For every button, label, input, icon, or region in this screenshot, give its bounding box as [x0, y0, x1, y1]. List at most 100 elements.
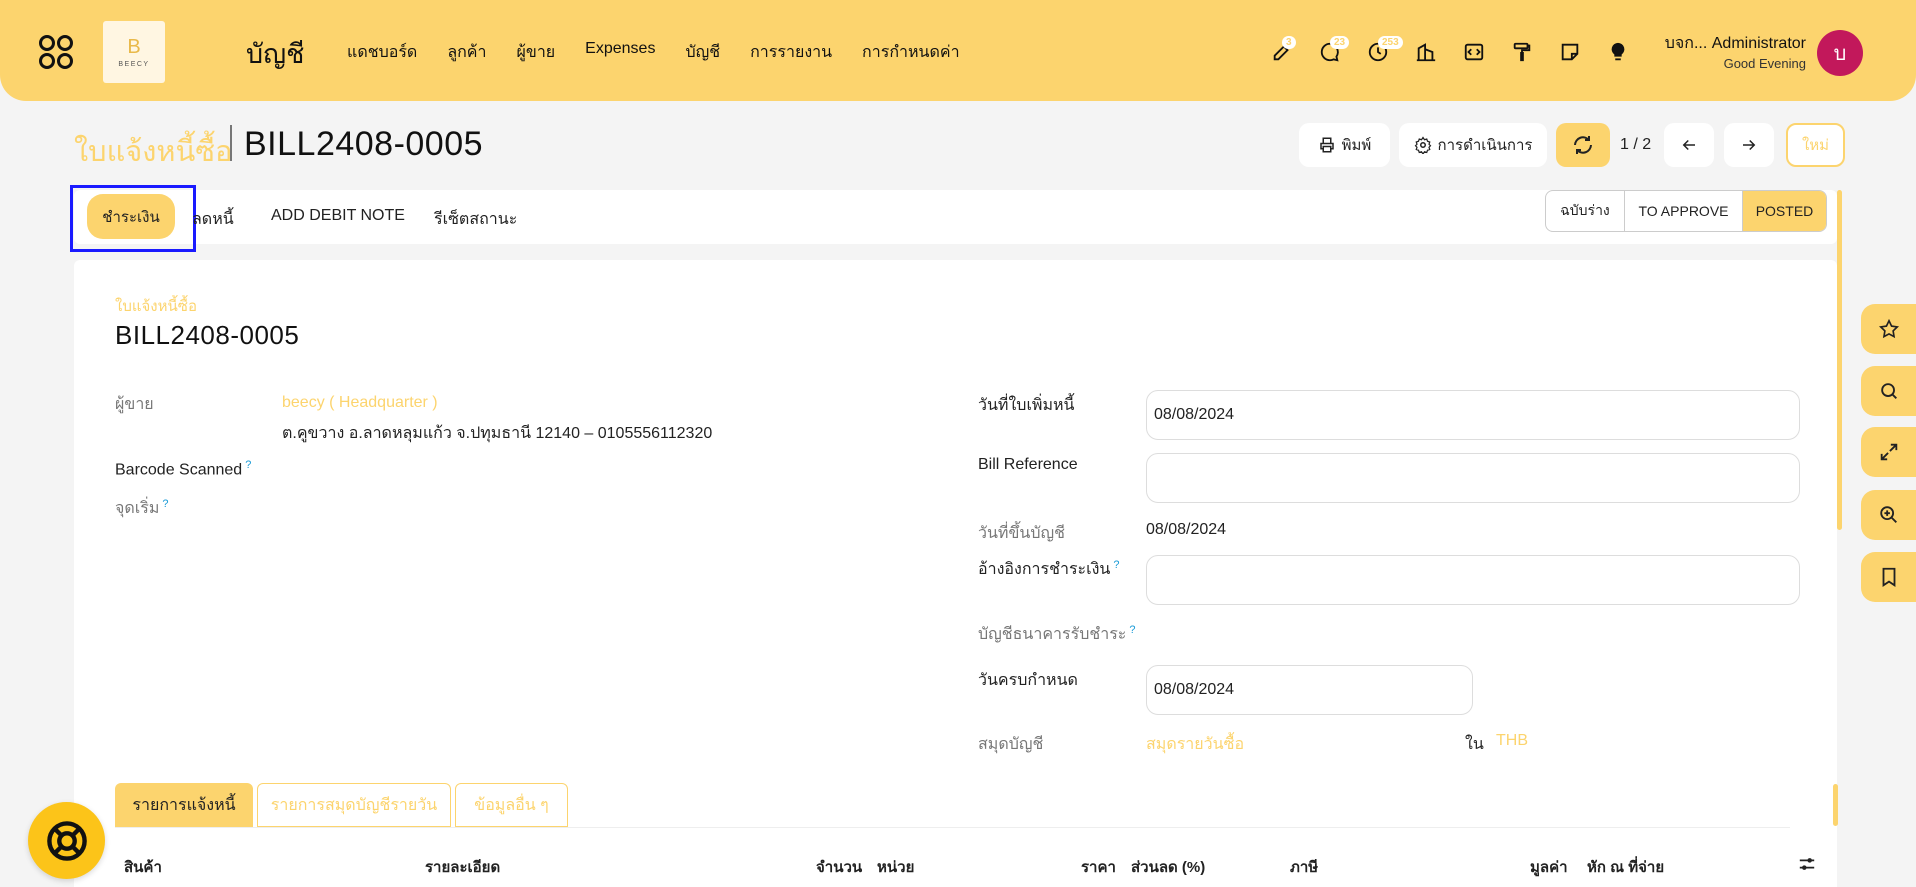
- scrollbar-thumb[interactable]: [1837, 190, 1842, 530]
- refresh-button[interactable]: [1556, 123, 1610, 167]
- vendor-name-link[interactable]: beecy ( Headquarter ): [282, 394, 438, 412]
- help-icon[interactable]: ?: [1113, 559, 1119, 571]
- main-menu: แดชบอร์ด ลูกค้า ผู้ขาย Expenses บัญชี กา…: [347, 40, 990, 65]
- column-header-withholding[interactable]: หัก ณ ที่จ่าย: [1587, 855, 1664, 879]
- due-date-input[interactable]: 08/08/2024: [1146, 665, 1473, 715]
- systray: 3 23 253: [1258, 36, 1642, 67]
- optional-columns-icon[interactable]: [1798, 855, 1816, 878]
- menu-item-accounting[interactable]: บัญชี: [685, 40, 720, 65]
- journal-label: สมุดบัญชี: [978, 736, 1044, 753]
- pager-next-button[interactable]: [1724, 123, 1774, 167]
- expand-arrows-icon: [1880, 443, 1898, 461]
- menu-item-dashboard[interactable]: แดชบอร์ด: [347, 40, 417, 65]
- search-button[interactable]: [1861, 366, 1916, 416]
- action-label: การดำเนินการ: [1437, 137, 1533, 154]
- activity-badge: 3: [1282, 36, 1296, 49]
- action-menu-button[interactable]: การดำเนินการ: [1399, 123, 1547, 167]
- expand-button[interactable]: [1861, 427, 1916, 477]
- print-button[interactable]: พิมพ์: [1299, 123, 1390, 167]
- column-header-description[interactable]: รายละเอียด: [425, 855, 500, 879]
- currency-link[interactable]: THB: [1496, 732, 1528, 750]
- activity-edit-icon[interactable]: 3: [1258, 36, 1306, 67]
- arrow-right-icon: [1743, 139, 1756, 151]
- column-header-discount[interactable]: ส่วนลด (%): [1131, 855, 1205, 879]
- origin-text: จุดเริ่ม: [115, 500, 160, 517]
- company-logo[interactable]: B BEECY: [103, 21, 165, 83]
- column-header-amount[interactable]: มูลค่า: [1530, 855, 1568, 879]
- zoom-button[interactable]: [1861, 490, 1916, 540]
- menu-item-expenses[interactable]: Expenses: [585, 40, 655, 65]
- due-date-label: วันครบกำหนด: [978, 672, 1078, 689]
- add-debit-note-button[interactable]: ADD DEBIT NOTE: [271, 207, 405, 225]
- payment-reference-text: อ้างอิงการชำระเงิน: [978, 561, 1111, 578]
- app-title[interactable]: บัญชี: [246, 32, 304, 75]
- credit-note-button[interactable]: ลดหนี้: [192, 207, 234, 232]
- payment-reference-input[interactable]: [1146, 555, 1800, 605]
- clock-icon[interactable]: 253: [1354, 36, 1403, 67]
- focus-highlight: [70, 185, 196, 252]
- status-draft[interactable]: ฉบับร่าง: [1546, 191, 1624, 231]
- sticky-note-icon[interactable]: [1546, 37, 1594, 67]
- tab-journal-items[interactable]: รายการสมุดบัญชีรายวัน: [257, 783, 451, 827]
- arrow-left-icon: [1682, 139, 1695, 151]
- avatar[interactable]: บ: [1817, 30, 1863, 76]
- logo-mark: B: [127, 36, 141, 58]
- search-icon: [1881, 383, 1897, 399]
- vendor-address: ต.คูขวาง อ.ลาดหลุมแก้ว จ.ปทุมธานี 12140 …: [282, 425, 713, 442]
- building-icon[interactable]: [1402, 37, 1450, 67]
- chat-badge: 23: [1330, 36, 1350, 49]
- chat-icon[interactable]: 23: [1306, 36, 1354, 67]
- journal-link[interactable]: สมุดรายวันซื้อ: [1146, 732, 1244, 757]
- menu-item-customers[interactable]: ลูกค้า: [447, 40, 486, 65]
- vendor-label: ผู้ขาย: [115, 396, 154, 413]
- document-type-label: ใบแจ้งหนี้ซื้อ: [115, 298, 197, 315]
- bookmark-button[interactable]: [1861, 552, 1916, 602]
- star-icon: [1878, 318, 1900, 339]
- help-button[interactable]: [28, 802, 105, 879]
- clock-badge: 253: [1378, 36, 1403, 49]
- printer-icon: [1319, 137, 1334, 153]
- table-scroll-indicator[interactable]: [1833, 784, 1838, 826]
- breadcrumb-separator: [230, 125, 232, 161]
- app-grid-icon[interactable]: [38, 34, 74, 70]
- lightbulb-icon[interactable]: [1594, 37, 1642, 67]
- column-header-unit[interactable]: หน่วย: [877, 855, 914, 879]
- lifebuoy-icon: [46, 820, 87, 861]
- logo-text: BEECY: [118, 61, 150, 68]
- zoom-in-icon: [1880, 506, 1897, 523]
- origin-label: จุดเริ่ม?: [115, 496, 169, 521]
- refresh-icon: [1574, 136, 1592, 154]
- currency-in-label: ใน: [1465, 736, 1484, 753]
- menu-item-vendors[interactable]: ผู้ขาย: [517, 40, 556, 65]
- status-to-approve[interactable]: TO APPROVE: [1624, 191, 1742, 231]
- bill-reference-input[interactable]: [1146, 453, 1800, 503]
- code-icon[interactable]: [1450, 37, 1498, 67]
- reset-state-button[interactable]: รีเซ็ตสถานะ: [434, 207, 517, 232]
- accounting-date-value: 08/08/2024: [1146, 521, 1227, 538]
- help-icon[interactable]: ?: [162, 498, 168, 510]
- menu-item-reporting[interactable]: การรายงาน: [750, 40, 832, 65]
- column-header-price[interactable]: ราคา: [1081, 855, 1116, 879]
- pager-previous-button[interactable]: [1664, 123, 1714, 167]
- print-label: พิมพ์: [1341, 137, 1372, 154]
- status-posted[interactable]: POSTED: [1742, 191, 1826, 231]
- column-header-product[interactable]: สินค้า: [124, 855, 162, 879]
- new-button[interactable]: ใหม่: [1786, 123, 1845, 167]
- help-icon[interactable]: ?: [245, 459, 251, 471]
- column-header-tax[interactable]: ภาษี: [1290, 855, 1318, 879]
- paint-roller-icon[interactable]: [1498, 37, 1546, 67]
- help-icon[interactable]: ?: [1129, 624, 1135, 636]
- pager-value[interactable]: 1 / 2: [1620, 136, 1651, 154]
- breadcrumb-parent[interactable]: ใบแจ้งหนี้ซื้อ: [74, 128, 232, 174]
- favorite-button[interactable]: [1861, 304, 1916, 354]
- barcode-scanned-label: Barcode Scanned?: [115, 459, 251, 479]
- bill-date-input[interactable]: 08/08/2024: [1146, 390, 1800, 440]
- user-company-name[interactable]: บจก... Administrator: [1665, 31, 1806, 56]
- bookmark-icon: [1882, 567, 1896, 587]
- tab-divider: [115, 827, 1790, 828]
- menu-item-configuration[interactable]: การกำหนดค่า: [862, 40, 960, 65]
- bank-account-text: บัญชีธนาคารรับชำระ: [978, 626, 1127, 643]
- tab-invoice-lines[interactable]: รายการแจ้งหนี้: [115, 783, 253, 827]
- tab-other-info[interactable]: ข้อมูลอื่น ๆ: [455, 783, 568, 827]
- column-header-quantity[interactable]: จำนวน: [816, 855, 862, 879]
